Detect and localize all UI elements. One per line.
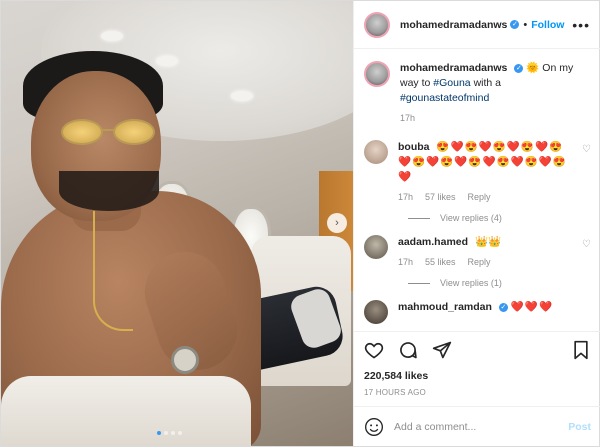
emoji-smiley-icon[interactable] bbox=[364, 417, 384, 437]
bookmark-icon[interactable] bbox=[571, 340, 591, 360]
replies-divider bbox=[408, 217, 430, 219]
comment-body: bouba 😍❤️😍❤️😍❤️😍❤️😍❤️😍❤️😍❤️😍❤️😍❤️😍❤️😍❤️ … bbox=[398, 140, 576, 205]
comment-time[interactable]: 17h bbox=[398, 255, 413, 270]
photo-glasses-right bbox=[113, 119, 155, 145]
post-time-ago[interactable]: 17 HOURS AGO bbox=[364, 388, 591, 397]
photo-glasses-bridge bbox=[101, 129, 115, 131]
carousel-dot bbox=[171, 431, 175, 435]
comment-likes[interactable]: 57 likes bbox=[425, 190, 456, 205]
verified-badge-icon: ✓ bbox=[514, 63, 524, 73]
photo-watch bbox=[171, 346, 199, 374]
more-options-icon[interactable]: ••• bbox=[572, 17, 590, 33]
comment-meta: 17h 55 likes Reply bbox=[398, 255, 576, 270]
carousel-dot-active bbox=[157, 431, 161, 435]
sun-emoji: 🌞 bbox=[526, 62, 540, 74]
view-replies-button[interactable]: View replies (1) bbox=[408, 278, 591, 288]
likes-count[interactable]: 220,584 likes bbox=[364, 370, 591, 382]
comment-text: 👑👑 bbox=[474, 236, 502, 248]
comment-item: aadam.hamed 👑👑 17h 55 likes Reply ♡ bbox=[364, 235, 591, 270]
verified-badge-icon: ✓ bbox=[498, 302, 508, 312]
reply-button[interactable]: Reply bbox=[468, 255, 491, 270]
share-paper-plane-icon[interactable] bbox=[432, 340, 452, 360]
comment-username[interactable]: aadam.hamed bbox=[398, 236, 468, 248]
post-comment-button[interactable]: Post bbox=[568, 421, 591, 433]
comment-likes[interactable]: 55 likes bbox=[425, 255, 456, 270]
avatar[interactable] bbox=[364, 11, 390, 38]
caption-avatar[interactable] bbox=[364, 61, 390, 87]
caption-meta: 17h bbox=[400, 111, 591, 126]
hashtag-link[interactable]: #Gouna bbox=[433, 77, 470, 89]
comment-username[interactable]: bouba bbox=[398, 141, 430, 153]
carousel-next-button[interactable]: › bbox=[327, 213, 347, 233]
action-icons bbox=[364, 338, 591, 362]
comment-meta: 17h 57 likes Reply bbox=[398, 190, 576, 205]
caption-text: with a bbox=[473, 77, 502, 89]
caption-time[interactable]: 17h bbox=[400, 111, 415, 126]
chevron-right-icon: › bbox=[335, 217, 339, 229]
like-heart-icon[interactable] bbox=[364, 340, 384, 360]
post-actions: 220,584 likes 17 HOURS AGO bbox=[354, 331, 600, 397]
add-comment-bar: Post bbox=[354, 406, 600, 446]
photo-glasses-left bbox=[61, 119, 103, 145]
verified-badge-icon: ✓ bbox=[510, 20, 520, 29]
post-card: › mohamedramadanws ✓ • Follow ••• mohame… bbox=[0, 0, 600, 447]
comment-avatar[interactable] bbox=[364, 140, 388, 164]
comment-like-heart-icon[interactable]: ♡ bbox=[582, 239, 591, 250]
view-replies-label: View replies (4) bbox=[440, 213, 502, 223]
photo-beard bbox=[59, 171, 159, 211]
caption: mohamedramadanws ✓ 🌞 On my way to #Gouna … bbox=[364, 61, 591, 126]
photo-cabin-light bbox=[101, 31, 123, 41]
reply-button[interactable]: Reply bbox=[468, 190, 491, 205]
comment-text: ❤️❤️❤️ bbox=[510, 301, 554, 313]
follow-button[interactable]: Follow bbox=[531, 19, 564, 31]
comment-input[interactable] bbox=[394, 420, 569, 433]
photo-chain bbox=[93, 211, 133, 331]
carousel-dot bbox=[178, 431, 182, 435]
comments-list[interactable]: mohamedramadanws ✓ 🌞 On my way to #Gouna … bbox=[354, 49, 600, 331]
photo-cabin-light bbox=[231, 91, 253, 101]
comment-item: mahmoud_ramdan ✓ ❤️❤️❤️ bbox=[364, 300, 591, 324]
separator-dot: • bbox=[523, 18, 528, 31]
comment-avatar[interactable] bbox=[364, 300, 388, 324]
comment-bubble-icon[interactable] bbox=[398, 340, 418, 360]
caption-username[interactable]: mohamedramadanws bbox=[400, 62, 507, 74]
post-sidebar: mohamedramadanws ✓ • Follow ••• mohamedr… bbox=[353, 1, 600, 446]
comment-item: bouba 😍❤️😍❤️😍❤️😍❤️😍❤️😍❤️😍❤️😍❤️😍❤️😍❤️😍❤️ … bbox=[364, 140, 591, 205]
carousel-dots bbox=[157, 431, 182, 435]
comment-username[interactable]: mahmoud_ramdan bbox=[398, 301, 492, 313]
view-replies-button[interactable]: View replies (4) bbox=[408, 213, 591, 223]
replies-divider bbox=[408, 282, 430, 284]
photo-cabin-light bbox=[156, 56, 178, 66]
comment-time[interactable]: 17h bbox=[398, 190, 413, 205]
carousel-dot bbox=[164, 431, 168, 435]
caption-body: mohamedramadanws ✓ 🌞 On my way to #Gouna … bbox=[400, 61, 591, 126]
photo-armrest bbox=[1, 376, 251, 446]
comment-avatar[interactable] bbox=[364, 235, 388, 259]
hashtag-link[interactable]: #gounastateofmind bbox=[400, 92, 489, 104]
post-header: mohamedramadanws ✓ • Follow ••• bbox=[354, 1, 600, 49]
comment-like-heart-icon[interactable]: ♡ bbox=[582, 144, 591, 155]
header-username[interactable]: mohamedramadanws bbox=[400, 19, 507, 31]
view-replies-label: View replies (1) bbox=[440, 278, 502, 288]
comment-body: mahmoud_ramdan ✓ ❤️❤️❤️ bbox=[398, 300, 591, 315]
comment-body: aadam.hamed 👑👑 17h 55 likes Reply bbox=[398, 235, 576, 270]
post-photo[interactable]: › bbox=[1, 1, 353, 446]
